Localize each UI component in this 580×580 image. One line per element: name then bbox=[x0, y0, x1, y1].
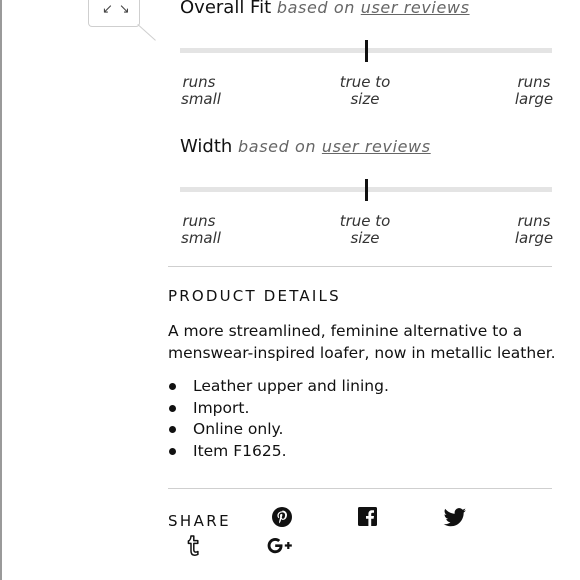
twitter-icon[interactable] bbox=[443, 508, 467, 527]
tumblr-icon[interactable] bbox=[185, 535, 202, 557]
section-divider bbox=[168, 266, 552, 267]
page-left-border bbox=[0, 0, 2, 580]
width-label-right: runs large bbox=[514, 212, 554, 247]
expand-arrows-icon: ↙↘ bbox=[102, 2, 136, 17]
product-details-list: Leather upper and lining. Import. Online… bbox=[168, 377, 389, 463]
width-label-center: true to size bbox=[339, 212, 391, 247]
width-heading: Width based on user reviews bbox=[180, 136, 552, 157]
google-plus-icon[interactable] bbox=[267, 537, 294, 555]
overall-fit-user-reviews-link[interactable]: user reviews bbox=[361, 0, 470, 17]
zoom-pointer-line bbox=[137, 24, 156, 41]
zoom-toggle-button[interactable]: ↙↘ bbox=[88, 0, 140, 27]
list-item: Import. bbox=[168, 399, 389, 421]
overall-fit-heading: Overall Fit based on user reviews bbox=[180, 0, 552, 18]
overall-fit-marker bbox=[364, 40, 368, 62]
list-item: Leather upper and lining. bbox=[168, 377, 389, 399]
list-item: Online only. bbox=[168, 420, 389, 442]
width-title: Width bbox=[180, 136, 233, 157]
width-based-on: based on bbox=[238, 137, 317, 156]
pinterest-icon[interactable] bbox=[272, 507, 292, 527]
overall-fit-scale: runs small true to size runs large bbox=[180, 40, 553, 108]
overall-fit-label-right: runs large bbox=[514, 73, 554, 108]
share-label: SHARE bbox=[168, 512, 231, 530]
width-user-reviews-link[interactable]: user reviews bbox=[322, 137, 431, 156]
width-scale: runs small true to size runs large bbox=[180, 179, 553, 247]
overall-fit-based-on: based on bbox=[276, 0, 356, 17]
facebook-icon[interactable] bbox=[358, 507, 377, 526]
width-label-left: runs small bbox=[181, 212, 221, 247]
list-item: Item F1625. bbox=[168, 442, 389, 464]
overall-fit-label-left: runs small bbox=[181, 73, 221, 108]
width-marker bbox=[364, 179, 368, 201]
section-divider bbox=[168, 488, 552, 489]
overall-fit-title: Overall Fit bbox=[180, 0, 272, 18]
overall-fit-label-center: true to size bbox=[339, 73, 391, 108]
product-details-heading: PRODUCT DETAILS bbox=[168, 287, 341, 305]
product-description: A more streamlined, feminine alternative… bbox=[168, 322, 556, 362]
